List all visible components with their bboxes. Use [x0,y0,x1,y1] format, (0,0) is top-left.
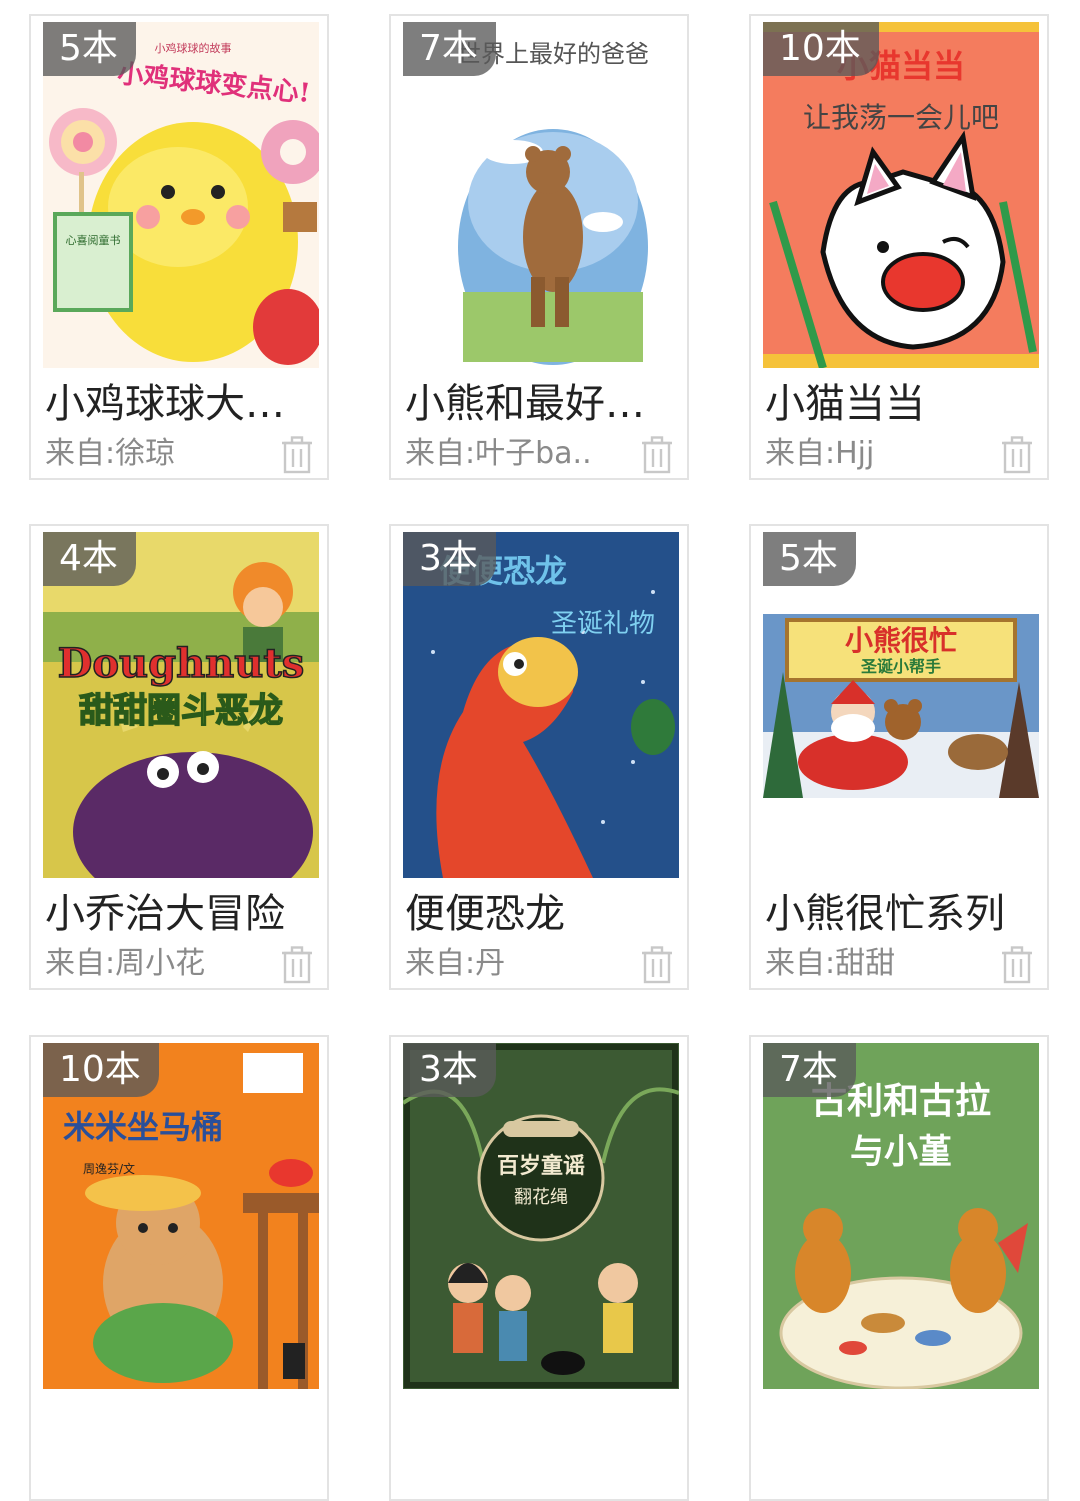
cover-title-text: 小熊很忙 [845,624,957,657]
cover-subtitle-text: 让我荡一会儿吧 [803,101,999,134]
book-card[interactable]: 小熊很忙 圣诞小帮手 5本 小熊很忙系列 来自:甜甜 [749,524,1049,990]
trash-icon[interactable] [1001,946,1033,984]
book-card[interactable]: 世界上最好的爸爸 7本 小熊和最好… 来自:叶子ba.. [389,14,689,480]
source-name: 周小花 [115,946,206,981]
book-count-badge: 10本 [43,1043,159,1097]
source-name: 丹 [475,946,506,981]
book-card[interactable]: 古利和古拉 与小堇 7本 [749,1035,1049,1501]
book-source: 来自:叶子ba.. [405,434,625,474]
cover-series-text: 小鸡球球的故事 [155,41,232,55]
book-source: 来自:徐琼 [45,434,265,474]
cover-note-text: 周逸芬/文 [83,1161,135,1176]
cover-subtitle-text: 与小堇 [850,1132,952,1172]
source-name: 甜甜 [835,946,896,981]
source-label: 来自: [405,436,476,471]
book-card[interactable]: 小猫当当 让我荡一会儿吧 10本 小猫当当 来自:Hjj [749,14,1049,480]
source-name: 徐琼 [115,436,176,471]
cover-subtitle-text: 甜甜圈斗恶龙 [79,691,283,731]
book-count-badge: 3本 [403,532,496,586]
trash-icon[interactable] [641,436,673,474]
book-title[interactable]: 小乔治大冒险 [45,886,317,942]
book-count-badge: 5本 [43,22,136,76]
book-title[interactable]: 便便恐龙 [405,886,677,942]
book-source: 来自:周小花 [45,944,265,984]
source-name: 叶子ba.. [475,436,592,471]
cover-subtitle-text: 圣诞小帮手 [860,657,941,676]
book-count-badge: 3本 [403,1043,496,1097]
book-count-badge: 7本 [403,22,496,76]
book-count-badge: 5本 [763,532,856,586]
book-source: 来自:丹 [405,944,625,984]
cover-subtitle-text: 圣诞礼物 [551,609,655,639]
book-grid: 心喜阅童书 小鸡球球的故事 小鸡球球变点心! 5本 小鸡球球大… 来自:徐琼 世… [0,0,1080,1501]
source-label: 来自: [405,946,476,981]
book-card[interactable]: Doughnuts 甜甜圈斗恶龙 4本 小乔治大冒险 来自:周小花 [29,524,329,990]
trash-icon[interactable] [281,436,313,474]
book-title[interactable]: 小熊和最好… [405,376,677,432]
cover-note-text: 心喜阅童书 [66,233,121,247]
book-title[interactable]: 小鸡球球大… [45,376,317,432]
book-card[interactable]: 米米坐马桶 周逸芬/文 10本 [29,1035,329,1501]
cover-title-text: 米米坐马桶 [63,1108,223,1146]
trash-icon[interactable] [641,946,673,984]
source-label: 来自: [45,946,116,981]
source-label: 来自: [765,436,836,471]
book-card[interactable]: 百岁童谣 翻花绳 3本 [389,1035,689,1501]
source-label: 来自: [45,436,116,471]
book-card[interactable]: 便便恐龙 圣诞礼物 3本 便便恐龙 来自:丹 [389,524,689,990]
cover-title-text: Doughnuts [58,640,305,687]
source-name: Hjj [835,436,875,471]
source-label: 来自: [765,946,836,981]
book-title[interactable]: 小熊很忙系列 [765,886,1037,942]
trash-icon[interactable] [281,946,313,984]
book-title[interactable]: 小猫当当 [765,376,1037,432]
book-count-badge: 4本 [43,532,136,586]
trash-icon[interactable] [1001,436,1033,474]
cover-subtitle-text: 翻花绳 [514,1187,568,1208]
book-count-badge: 7本 [763,1043,856,1097]
book-count-badge: 10本 [763,22,879,76]
book-card[interactable]: 心喜阅童书 小鸡球球的故事 小鸡球球变点心! 5本 小鸡球球大… 来自:徐琼 [29,14,329,480]
cover-title-text: 百岁童谣 [497,1153,585,1179]
book-source: 来自:甜甜 [765,944,985,984]
book-source: 来自:Hjj [765,434,985,474]
